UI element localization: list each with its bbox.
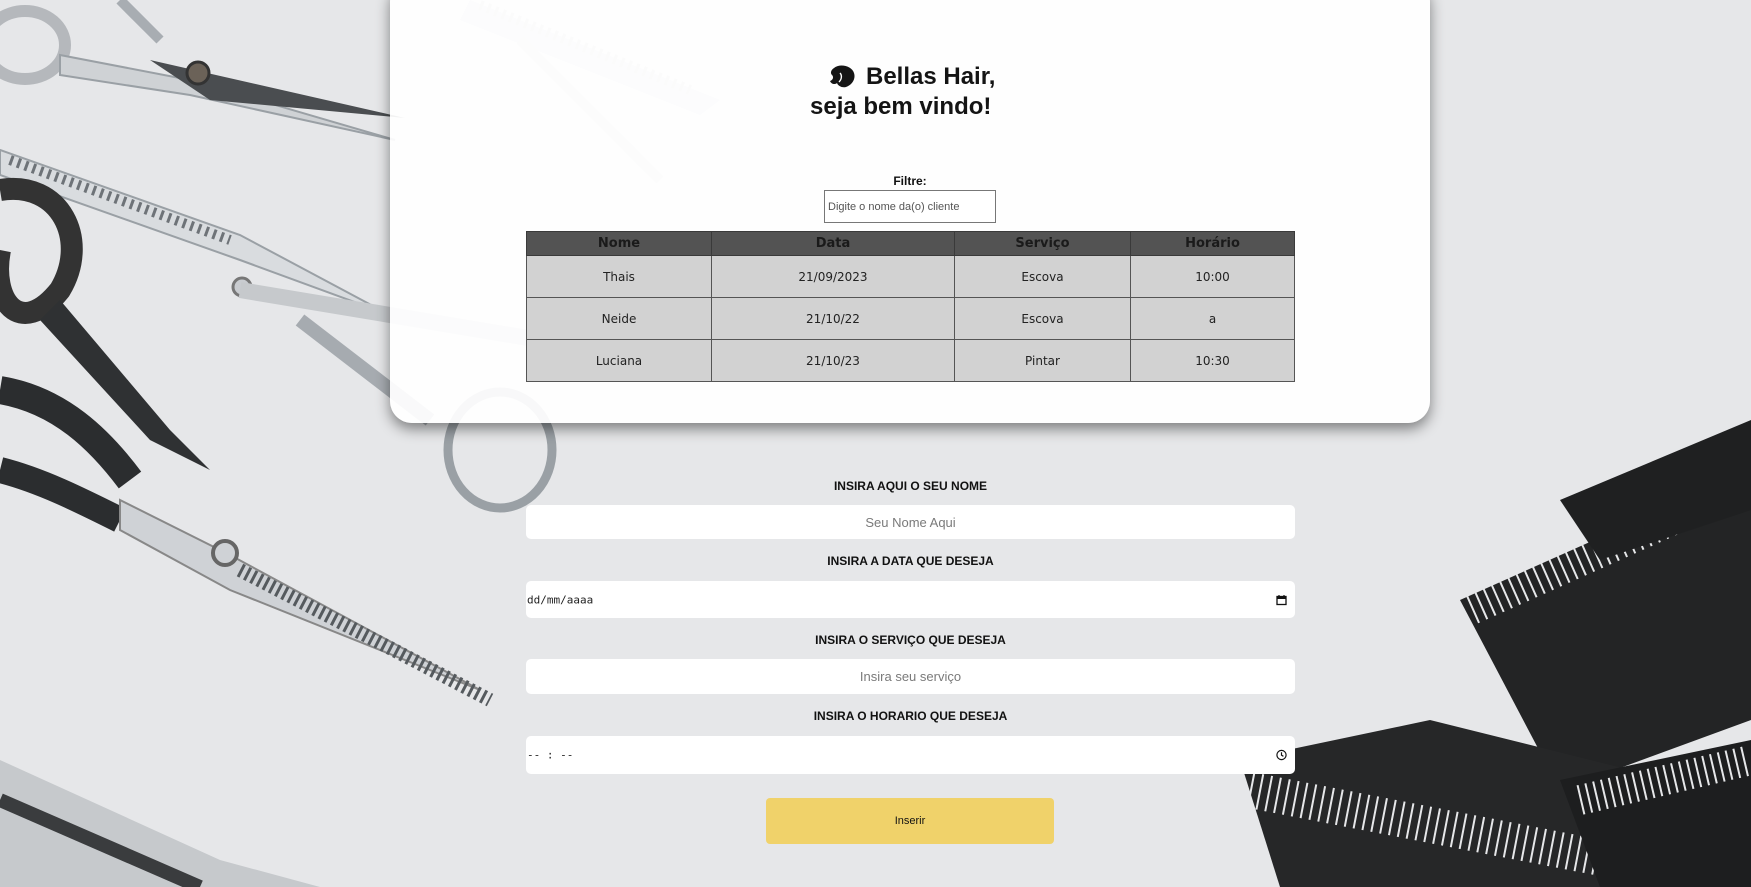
hair-silhouette-icon [830, 65, 855, 88]
column-header-data: Data [711, 231, 955, 256]
date-input[interactable]: dd/mm/aaaa [526, 581, 1295, 618]
clock-icon[interactable] [1276, 749, 1287, 761]
cell-nome: Luciana [526, 339, 712, 382]
table-row: Luciana 21/10/23 Pintar 10:30 [526, 339, 1295, 382]
appointments-table: Nome Data Serviço Horário Thais 21/09/20… [526, 231, 1295, 382]
name-input[interactable] [526, 505, 1295, 539]
time-input[interactable]: -- : -- [526, 736, 1295, 774]
cell-data: 21/10/22 [711, 297, 955, 340]
cell-nome: Neide [526, 297, 712, 340]
date-mask: dd/mm/aaaa [527, 593, 594, 606]
cell-data: 21/09/2023 [711, 255, 955, 298]
cell-nome: Thais [526, 255, 712, 298]
column-header-nome: Nome [526, 231, 712, 256]
scissors-illustration [0, 0, 405, 141]
cell-horario: 10:00 [1130, 255, 1295, 298]
cell-servico: Pintar [954, 339, 1131, 382]
time-mask: -- : -- [527, 748, 574, 762]
insert-button[interactable]: Inserir [766, 798, 1054, 844]
service-input[interactable] [526, 659, 1295, 694]
brand-name: Bellas Hair, [866, 63, 996, 90]
cell-servico: Escova [954, 255, 1131, 298]
page-title: Bellas Hair, seja bem vindo! [810, 62, 1030, 122]
date-label: INSIRA A DATA QUE DESEJA [827, 554, 994, 568]
cell-horario: 10:30 [1130, 339, 1295, 382]
cell-data: 21/10/23 [711, 339, 955, 382]
table-header-row: Nome Data Serviço Horário [526, 231, 1295, 256]
column-header-servico: Serviço [954, 231, 1131, 256]
welcome-text: seja bem vindo! [810, 93, 992, 120]
cell-servico: Escova [954, 297, 1131, 340]
column-header-horario: Horário [1130, 231, 1295, 256]
filter-input[interactable] [824, 190, 996, 223]
comb-illustration [1240, 420, 1751, 887]
service-label: INSIRA O SERVIÇO QUE DESEJA [815, 633, 1006, 647]
table-row: Neide 21/10/22 Escova a [526, 297, 1295, 340]
cell-horario: a [1130, 297, 1295, 340]
filter-label: Filtre: [893, 174, 927, 188]
time-label: INSIRA O HORARIO QUE DESEJA [813, 709, 1008, 723]
calendar-icon[interactable] [1276, 594, 1287, 605]
name-label: INSIRA AQUI O SEU NOME [833, 479, 988, 493]
table-row: Thais 21/09/2023 Escova 10:00 [526, 255, 1295, 298]
